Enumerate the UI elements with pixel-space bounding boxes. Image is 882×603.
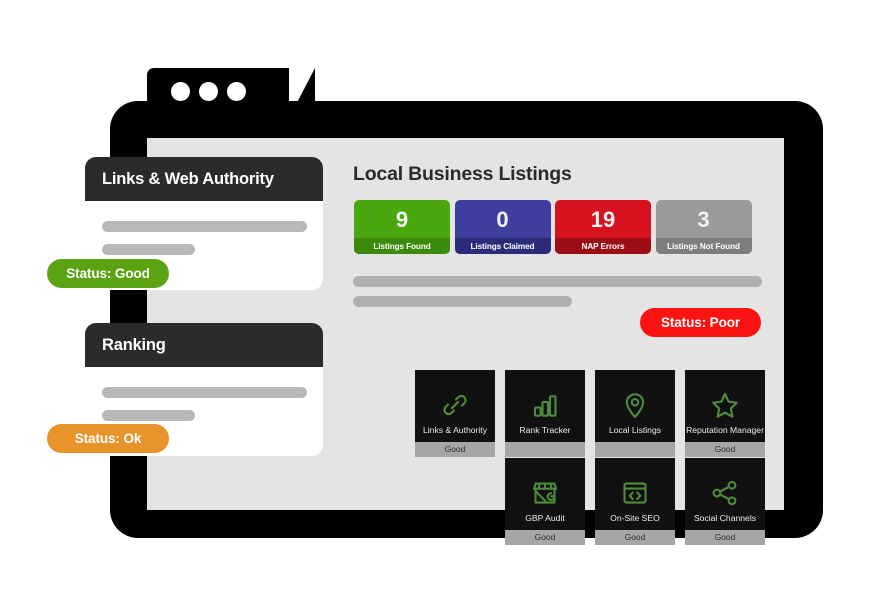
- module-tile-status: [505, 441, 585, 457]
- stat-label: Listings Found: [354, 238, 450, 254]
- stat-card: 0 Listings Claimed: [454, 200, 551, 254]
- stat-label: NAP Errors: [555, 238, 651, 254]
- stat-card: 9 Listings Found: [354, 200, 450, 254]
- page-title: Local Business Listings: [353, 163, 572, 185]
- summary-card-title: Ranking: [102, 335, 166, 354]
- bar-chart-icon: [530, 370, 560, 420]
- module-tile-status: Good: [415, 441, 495, 457]
- module-tile-label: Local Listings: [608, 425, 662, 435]
- window-dot-close[interactable]: [171, 82, 190, 101]
- module-tile[interactable]: On-Site SEO Good: [595, 458, 675, 545]
- stat-value: 3: [697, 206, 710, 232]
- module-tile-status: Good: [685, 441, 765, 457]
- window-controls: [171, 82, 246, 101]
- module-tile-label: Rank Tracker: [519, 425, 571, 435]
- module-tile-label: Links & Authority: [422, 425, 487, 435]
- module-tile-label: GBP Audit: [525, 513, 565, 523]
- content-placeholder-bar: [102, 244, 195, 255]
- storefront-icon: [530, 458, 560, 508]
- module-tile-label: Reputation Manager: [686, 425, 764, 435]
- status-badge-good: Status: Good: [47, 259, 169, 288]
- module-tile[interactable]: GBP Audit Good: [505, 458, 585, 545]
- stat-card: 19 NAP Errors: [555, 200, 651, 254]
- stat-card-row: 9 Listings Found 0 Listings Claimed 19 NAP Er…: [354, 200, 752, 254]
- content-placeholder-bar: [102, 221, 307, 232]
- stat-label: Listings Claimed: [454, 238, 551, 254]
- dashboard-illustration: Local Business Listings 9 Listings Found 0…: [0, 0, 882, 603]
- content-placeholder-bar: [353, 276, 762, 287]
- window-dot-minimize[interactable]: [199, 82, 218, 101]
- window-dot-maximize[interactable]: [227, 82, 246, 101]
- summary-card-title: Links & Web Authority: [102, 169, 274, 188]
- stat-value: 19: [590, 206, 616, 232]
- module-tile-status: Good: [685, 529, 765, 545]
- content-placeholder-bar: [102, 410, 195, 421]
- module-tile[interactable]: Local Listings: [595, 370, 675, 457]
- module-tile[interactable]: Reputation Manager Good: [685, 370, 765, 457]
- module-tile[interactable]: Links & Authority Good: [415, 370, 495, 457]
- share-nodes-icon: [710, 458, 740, 508]
- content-placeholder-bar: [102, 387, 307, 398]
- stat-card: 3 Listings Not Found: [655, 200, 752, 254]
- link-chain-icon: [440, 370, 470, 420]
- status-badge-poor: Status: Poor: [640, 308, 761, 337]
- map-pin-icon: [620, 370, 650, 420]
- module-tile-label: On-Site SEO: [610, 513, 660, 523]
- content-placeholder-bar: [353, 296, 572, 307]
- module-tile-label: Social Channels: [693, 513, 757, 523]
- code-window-icon: [620, 458, 650, 508]
- summary-card-header: Links & Web Authority: [85, 157, 323, 201]
- stat-label: Listings Not Found: [655, 238, 752, 254]
- module-tile-status: Good: [505, 529, 585, 545]
- module-tile[interactable]: Rank Tracker: [505, 370, 585, 457]
- module-tile-status: Good: [595, 529, 675, 545]
- module-tile[interactable]: Social Channels Good: [685, 458, 765, 545]
- stat-value: 0: [496, 206, 509, 232]
- star-icon: [710, 370, 740, 420]
- stat-value: 9: [395, 206, 409, 232]
- module-tile-status: [595, 441, 675, 457]
- status-badge-ok: Status: Ok: [47, 424, 169, 453]
- summary-card-header: Ranking: [85, 323, 323, 367]
